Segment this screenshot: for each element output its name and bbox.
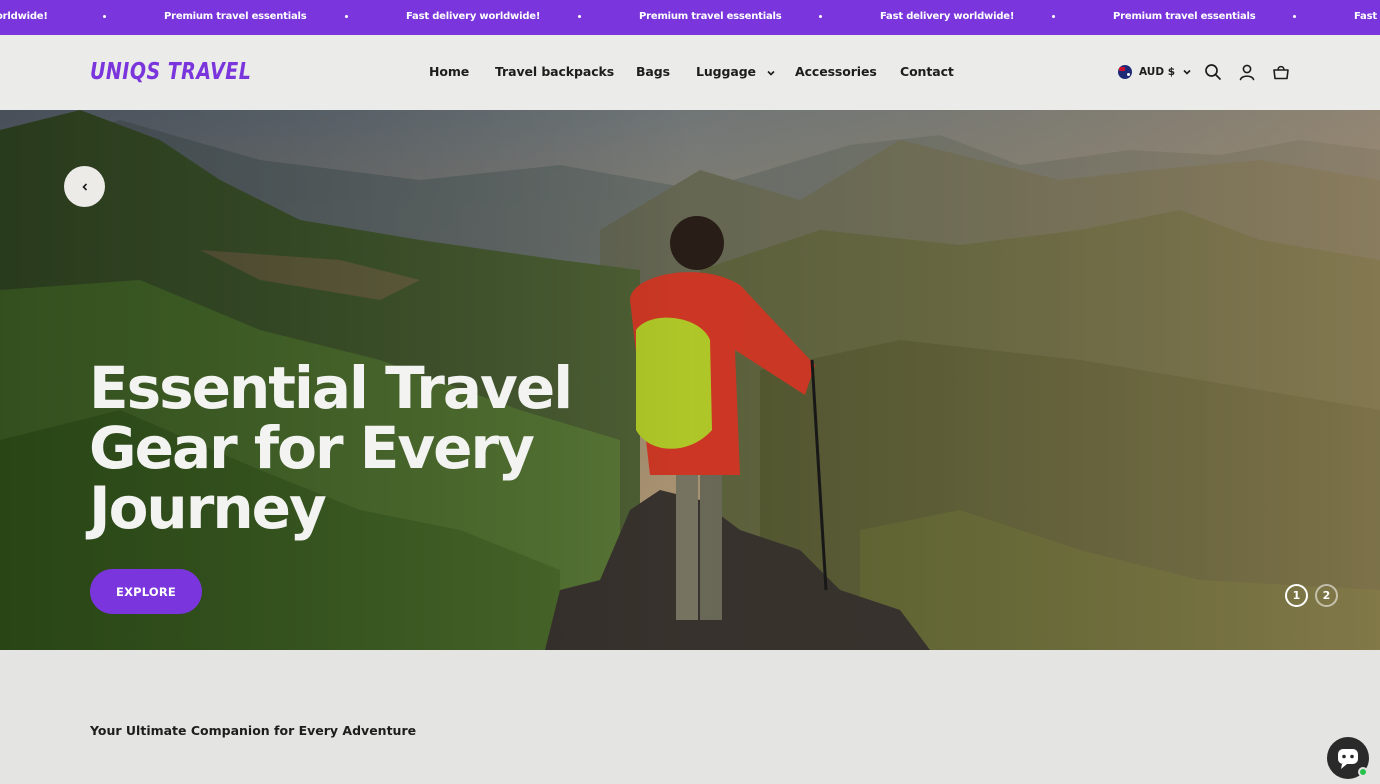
announcement-separator xyxy=(578,15,581,18)
section-subtitle: Your Ultimate Companion for Every Advent… xyxy=(90,723,417,738)
nav-accessories[interactable]: Accessories xyxy=(795,64,877,79)
announcement-bar: orldwide! Premium travel essentials Fast… xyxy=(0,0,1380,35)
announcement-item: Premium travel essentials xyxy=(164,11,307,22)
announcement-item: Fast delivery worldwide! xyxy=(406,11,541,22)
announcement-item: orldwide! xyxy=(0,11,48,22)
slideshow-prev-button[interactable] xyxy=(64,166,105,207)
nav-luggage-label: Luggage xyxy=(696,64,756,79)
announcement-item: Premium travel essentials xyxy=(639,11,782,22)
announcement-item: Fast d xyxy=(1354,11,1380,22)
nav-contact[interactable]: Contact xyxy=(900,64,954,79)
logo[interactable]: UNIQS TRAVEL xyxy=(90,59,251,85)
hero-slideshow: Essential Travel Gear for Every Journey … xyxy=(0,110,1380,650)
slide-dot-2[interactable]: 2 xyxy=(1315,584,1338,607)
announcement-separator xyxy=(1052,15,1055,18)
currency-label: AUD $ xyxy=(1139,66,1176,78)
nav-home[interactable]: Home xyxy=(429,64,469,79)
nav-travel-backpacks[interactable]: Travel backpacks xyxy=(495,64,614,79)
search-icon[interactable] xyxy=(1204,63,1222,81)
chevron-down-icon xyxy=(1183,69,1191,75)
announcement-item: Premium travel essentials xyxy=(1113,11,1256,22)
site-header: UNIQS TRAVEL Home Travel backpacks Bags … xyxy=(0,35,1380,110)
announcement-separator xyxy=(345,15,348,18)
hero-title: Essential Travel Gear for Every Journey xyxy=(89,358,609,538)
nav-bags[interactable]: Bags xyxy=(636,64,670,79)
chevron-left-icon xyxy=(81,182,87,191)
explore-button[interactable]: EXPLORE xyxy=(90,569,202,614)
australia-flag-icon xyxy=(1118,65,1132,79)
chat-widget-button[interactable] xyxy=(1327,737,1369,779)
announcement-track: orldwide! Premium travel essentials Fast… xyxy=(0,0,1380,35)
currency-selector[interactable]: AUD $ xyxy=(1118,64,1191,80)
slideshow-pagination: 1 2 xyxy=(1285,584,1338,607)
nav-luggage[interactable]: Luggage xyxy=(696,64,775,79)
announcement-separator xyxy=(1293,15,1296,18)
hero-title-line: Essential Travel xyxy=(89,354,573,422)
account-icon[interactable] xyxy=(1238,63,1256,81)
online-status-dot xyxy=(1358,767,1368,777)
chevron-down-icon xyxy=(767,70,775,76)
hero-title-line: Journey xyxy=(89,474,327,542)
announcement-item: Fast delivery worldwide! xyxy=(880,11,1015,22)
slide-dot-1[interactable]: 1 xyxy=(1285,584,1308,607)
hero-title-line: Gear for Every xyxy=(89,414,535,482)
announcement-separator xyxy=(819,15,822,18)
announcement-separator xyxy=(103,15,106,18)
cart-icon[interactable] xyxy=(1272,63,1290,81)
